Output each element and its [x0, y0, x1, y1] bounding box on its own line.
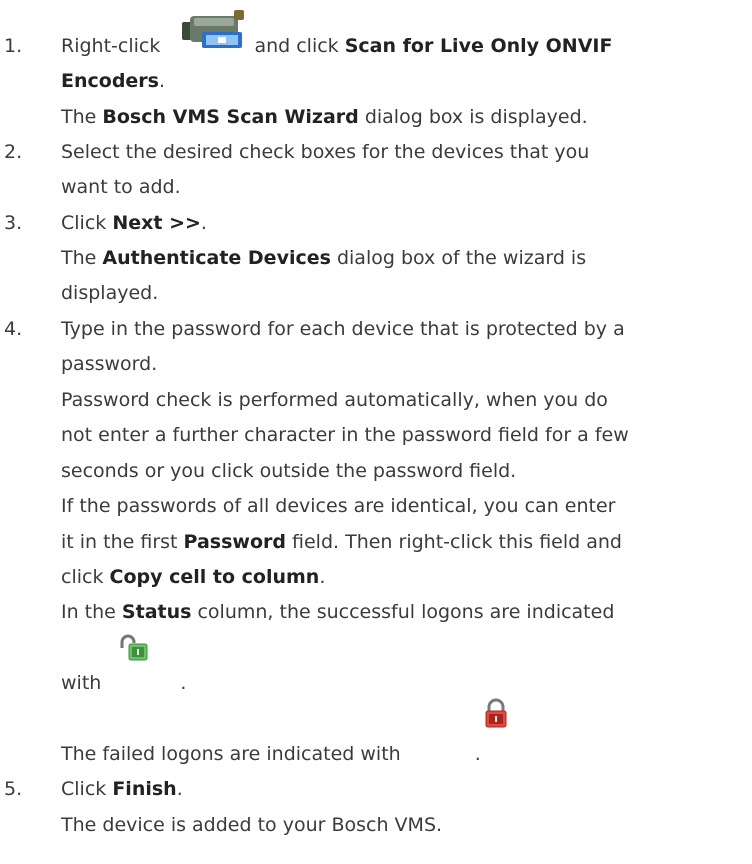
- text: In the: [61, 601, 116, 623]
- text: .: [200, 212, 207, 234]
- ui-term: Scan for Live Only ONVIF: [344, 35, 613, 57]
- ui-term: Password: [183, 531, 286, 553]
- step-4-line-9: In the Status column, the successful log…: [61, 601, 614, 623]
- step-number: 4.: [4, 318, 23, 340]
- step-1-line-1: Right-click and click Scan for Live Only…: [61, 35, 612, 57]
- step-3-line-2: The Authenticate Devices dialog box of t…: [61, 247, 586, 269]
- text: and click: [254, 35, 339, 57]
- step-4-line-2: password.: [61, 353, 158, 375]
- step-4-line-3: Password check is performed automaticall…: [61, 389, 608, 411]
- step-2-line-2: want to add.: [61, 176, 181, 198]
- step-1-line-2: Encoders.: [61, 70, 165, 92]
- step-3-line-3: displayed.: [61, 282, 159, 304]
- step-4-line-8: click Copy cell to column.: [61, 566, 325, 588]
- text: column, the successful logons are indica…: [197, 601, 615, 623]
- step-4-line-4: not enter a further character in the pas…: [61, 424, 629, 446]
- step-4-line-1: Type in the password for each device tha…: [61, 318, 625, 340]
- text: .: [176, 778, 183, 800]
- step-2-line-1: Select the desired check boxes for the d…: [61, 141, 590, 163]
- step-5-line-2: The device is added to your Bosch VMS.: [61, 814, 443, 836]
- ui-term: Next >>: [112, 212, 201, 234]
- step-3-line-1: Click Next >>.: [61, 212, 207, 234]
- ui-term: Copy cell to column: [109, 566, 320, 588]
- step-4-line-10: with.: [61, 672, 186, 694]
- text: The: [61, 247, 97, 269]
- step-number: 5.: [4, 778, 23, 800]
- text: field. Then right-click this field and: [292, 531, 622, 553]
- text: it in the first: [61, 531, 178, 553]
- text: The: [61, 106, 97, 128]
- text: dialog box of the wizard is: [336, 247, 587, 269]
- ui-term: Finish: [112, 778, 177, 800]
- text: Right-click: [61, 35, 161, 57]
- text: .: [159, 70, 166, 92]
- document-page: 1. Right-click and click Scan for Live O…: [0, 0, 752, 864]
- step-5-line-1: Click Finish.: [61, 778, 183, 800]
- camera-icon: [182, 10, 244, 48]
- text: click: [61, 566, 104, 588]
- step-number: 2.: [4, 141, 23, 163]
- text: dialog box is displayed.: [364, 106, 588, 128]
- text: Click: [61, 212, 107, 234]
- text: .: [180, 672, 187, 694]
- step-4-line-6: If the passwords of all devices are iden…: [61, 495, 616, 517]
- text: Click: [61, 778, 107, 800]
- step-1-line-3: The Bosch VMS Scan Wizard dialog box is …: [61, 106, 588, 128]
- ui-term: Bosch VMS Scan Wizard: [102, 106, 359, 128]
- ui-term: Encoders: [61, 70, 159, 92]
- locked-padlock-icon: [485, 698, 507, 728]
- text: .: [474, 743, 481, 765]
- step-number: 3.: [4, 212, 23, 234]
- unlocked-padlock-icon: [120, 634, 148, 661]
- text: .: [319, 566, 326, 588]
- step-4-line-11: The failed logons are indicated with.: [61, 743, 481, 765]
- ui-term: Status: [121, 601, 192, 623]
- step-number: 1.: [4, 35, 23, 57]
- ui-term: Authenticate Devices: [102, 247, 331, 269]
- text: The failed logons are indicated with: [61, 743, 401, 765]
- step-4-line-5: seconds or you click outside the passwor…: [61, 460, 517, 482]
- step-4-line-7: it in the first Password field. Then rig…: [61, 531, 622, 553]
- text: with: [61, 672, 102, 694]
